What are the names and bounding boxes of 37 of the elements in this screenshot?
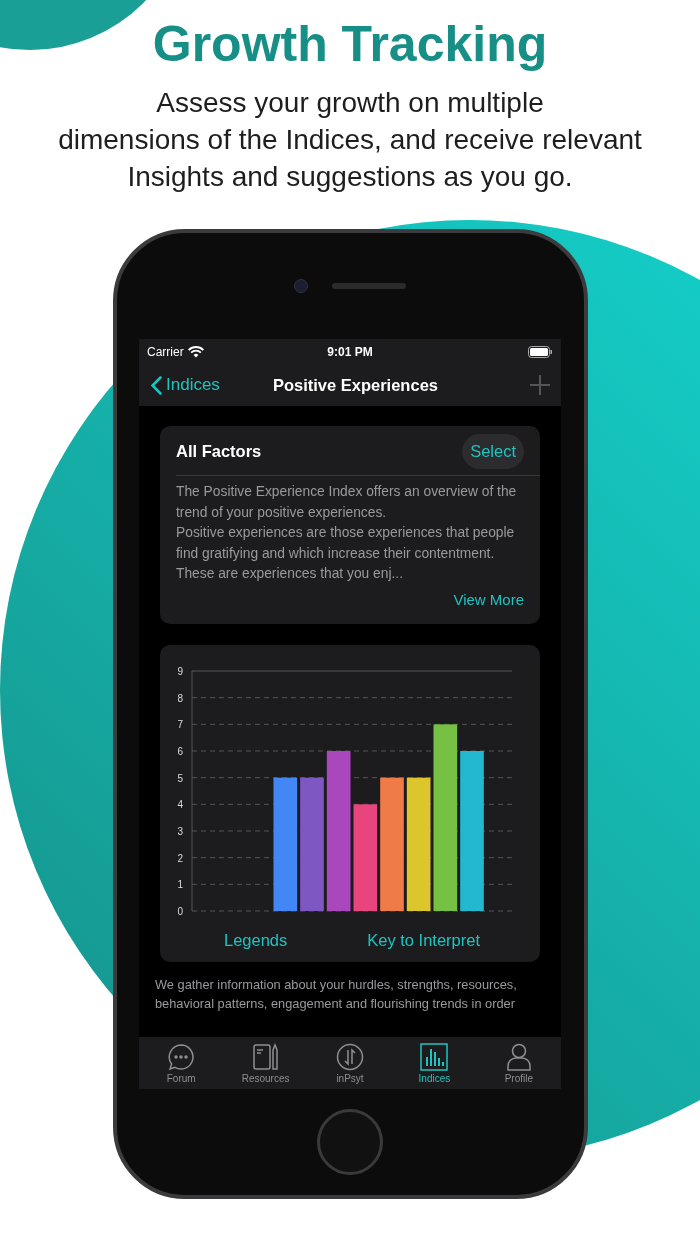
axis-label: 1 (177, 878, 183, 890)
bar-chart-icon (420, 1042, 449, 1071)
axis-label: 6 (177, 745, 183, 757)
back-button[interactable]: Indices (151, 375, 220, 395)
camera-icon (294, 279, 308, 293)
notebook-pencil-icon (251, 1042, 280, 1071)
wifi-icon (187, 345, 204, 358)
select-button[interactable]: Select (462, 434, 524, 469)
back-chevron-icon (151, 375, 162, 395)
card-title: All Factors (176, 442, 262, 461)
battery-icon (528, 345, 553, 358)
axis-label: 8 (177, 692, 183, 704)
tab[interactable]: Resources (223, 1037, 308, 1089)
info-text: We gather information about your hurdles, strengths, resources, behavioral patterns, engagement and flourishing trends in order (155, 975, 518, 1013)
chart-link[interactable]: Key to Interpret (367, 930, 481, 950)
axis-label: 2 (177, 852, 183, 864)
tab[interactable]: inPsyt (307, 1037, 393, 1089)
axis-label: 4 (177, 798, 183, 810)
view-more-link[interactable]: View More (453, 590, 524, 608)
chat-bubble-icon (167, 1042, 196, 1071)
axis-label: 7 (177, 718, 183, 730)
axis-label: 9 (177, 665, 183, 677)
axis-label: 5 (177, 772, 183, 784)
index-description: The Positive Experience Index offers an overview of the trend of your positive experiences. Positive experiences are those experiences that people find gratifying and which increase their contentment. These are experiences that you enj... (175, 483, 518, 583)
carrier-label: Carrier (147, 344, 184, 359)
chart-link[interactable]: Legends (223, 930, 288, 950)
axis-label: 0 (177, 905, 183, 917)
screen-title: Positive Experiences (271, 375, 439, 395)
clock: 9:01 PM (326, 344, 374, 359)
headline: Growth Tracking (152, 15, 548, 74)
subtitle: Assess your growth on multiple dimensions of the Indices, and receive relevant Insights and suggestions as you go. (57, 86, 643, 194)
axis-label: 3 (177, 825, 183, 837)
person-icon (504, 1042, 533, 1071)
tab[interactable]: Indices (392, 1037, 477, 1089)
tab[interactable]: Forum (139, 1037, 224, 1089)
arrows-circle-icon (336, 1042, 364, 1071)
tab[interactable]: Profile (476, 1037, 561, 1089)
